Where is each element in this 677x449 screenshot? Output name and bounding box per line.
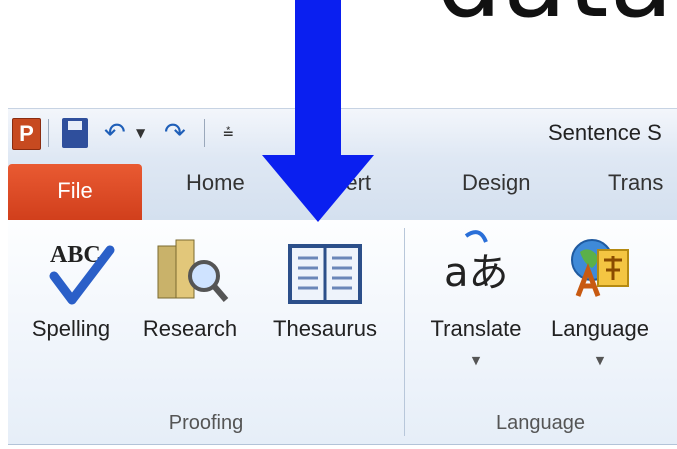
annotation-arrow-icon: [262, 0, 374, 222]
